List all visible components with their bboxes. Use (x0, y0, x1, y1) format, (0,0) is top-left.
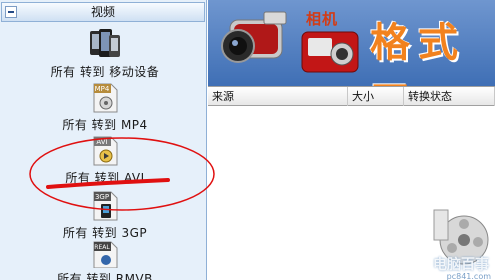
collapse-icon[interactable] (5, 6, 17, 18)
video-section-header[interactable]: 视频 (1, 2, 205, 22)
mobile-devices-icon (90, 29, 120, 57)
sidebar-item-avi[interactable]: AVI 所有 转到 AVI (20, 135, 190, 186)
svg-text:AVI: AVI (96, 138, 107, 146)
watermark-url: pc841.com (446, 272, 491, 280)
mp4-file-icon: MP4 (93, 83, 118, 113)
sidebar-item-3gp[interactable]: 3GP 所有 转到 3GP (20, 190, 190, 241)
file-list-header: 来源 大小 转换状态 (208, 86, 495, 106)
main-panel: 相机 格式工 来源 大小 转换状态 电脑百事 pc841.com (208, 0, 495, 280)
banner-title: 格式工 (370, 20, 466, 86)
svg-text:REAL: REAL (94, 244, 110, 251)
column-status[interactable]: 转换状态 (404, 87, 495, 106)
banner-label: 相机 (306, 10, 339, 28)
section-title: 视频 (90, 5, 115, 19)
column-size[interactable]: 大小 (348, 87, 404, 106)
sidebar-item-rmvb[interactable]: REAL 所有 转到 RMVB (20, 240, 190, 280)
app-banner: 相机 格式工 (208, 0, 495, 86)
svg-text:MP4: MP4 (95, 85, 110, 93)
watermark: 电脑百事 (433, 257, 489, 273)
task-sidebar: 视频 所有 转到 移动设备 MP4 所有 转到 MP4 AVI 所有 转到 AV… (0, 0, 207, 280)
file-list[interactable]: 电脑百事 pc841.com (208, 106, 495, 280)
3gp-file-icon: 3GP (93, 191, 118, 221)
avi-file-icon: AVI (93, 136, 118, 166)
camcorder-icon (221, 11, 287, 63)
sidebar-item-mobile[interactable]: 所有 转到 移动设备 (20, 27, 190, 80)
column-source[interactable]: 来源 (208, 87, 348, 106)
sidebar-item-mp4[interactable]: MP4 所有 转到 MP4 (20, 82, 190, 133)
camera-icon (301, 31, 359, 73)
rmvb-file-icon: REAL (93, 241, 118, 268)
svg-text:3GP: 3GP (95, 193, 109, 201)
